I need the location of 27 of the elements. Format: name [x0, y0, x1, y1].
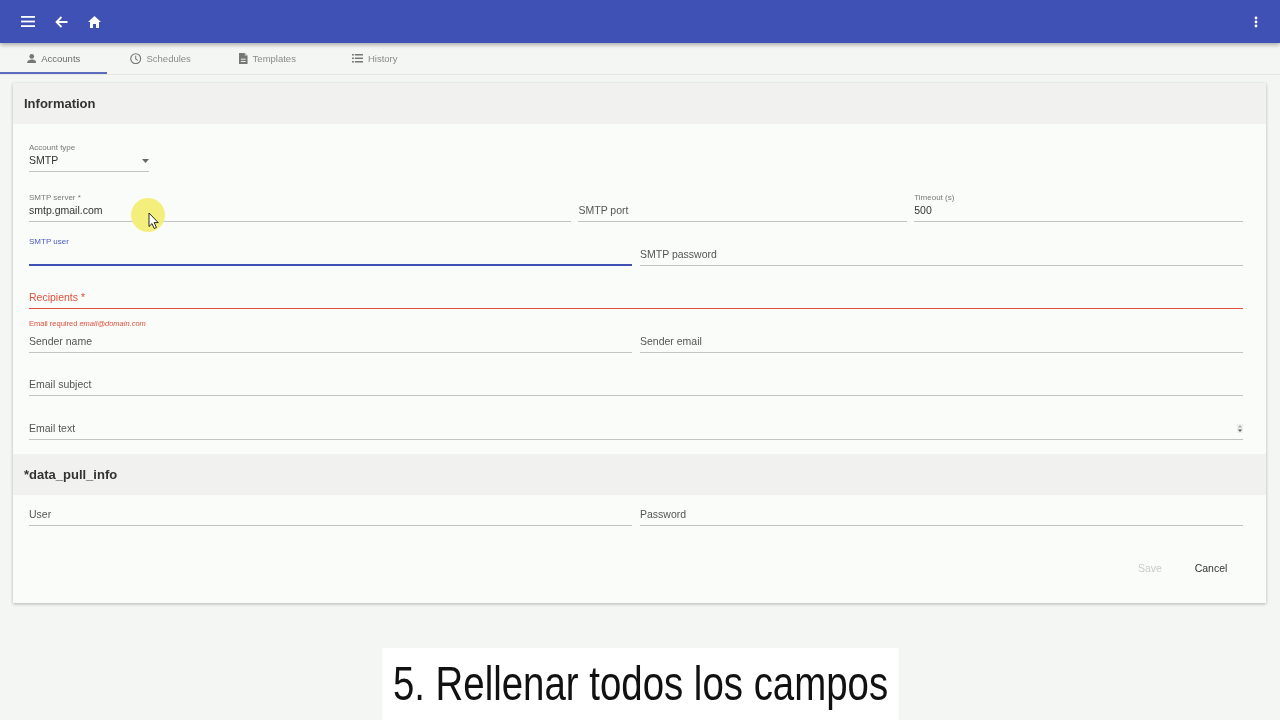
dropdown-caret-icon[interactable]	[142, 158, 149, 163]
action-button[interactable]: Cancel	[1182, 549, 1240, 586]
tab[interactable]: Accounts	[0, 43, 107, 74]
text-field[interactable]: Password	[640, 495, 1243, 526]
text-field[interactable]: Sender email	[640, 322, 1243, 353]
more-options-icon[interactable]	[1254, 15, 1258, 28]
resize-arrows-icon[interactable]	[1237, 423, 1243, 433]
text-field[interactable]: Timeout (s) 500	[914, 192, 1243, 222]
select-field[interactable]: Account type SMTP	[29, 142, 149, 172]
person-icon	[26, 53, 37, 64]
text-field[interactable]: Recipients *	[29, 279, 1243, 310]
clock-icon	[130, 52, 142, 65]
section-header: Information	[13, 83, 1266, 124]
text-area[interactable]: Email text	[29, 409, 1243, 440]
video-caption: 5. Rellenar todos los campos	[382, 648, 898, 720]
mouse-cursor-icon	[131, 198, 165, 232]
section-header: *data_pull_info	[13, 453, 1266, 495]
list-icon	[351, 54, 363, 63]
text-field[interactable]: User	[29, 495, 632, 526]
back-arrow-icon[interactable]	[55, 15, 68, 28]
home-icon[interactable]	[88, 15, 101, 28]
text-field[interactable]: SMTP password	[640, 235, 1243, 266]
text-field[interactable]: Email subject	[29, 366, 1243, 397]
document-icon	[239, 52, 248, 65]
text-field[interactable]: SMTP user	[29, 235, 632, 266]
menu-icon[interactable]	[21, 16, 35, 27]
text-field[interactable]: SMTP port	[578, 192, 908, 222]
